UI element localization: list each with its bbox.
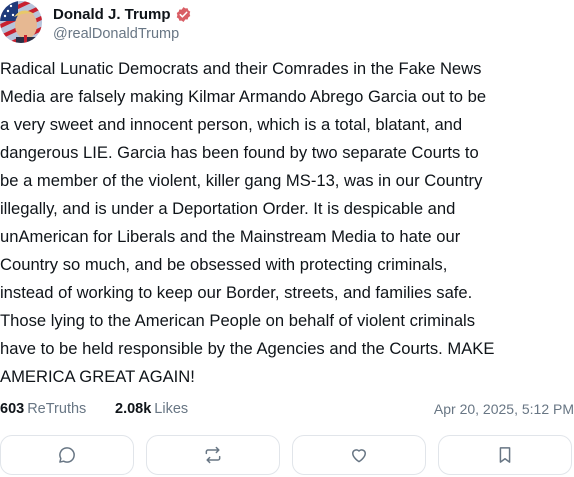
post-body-line: illegally, and is under a Deportation Or… [0,199,456,218]
post-body-line: Those lying to the American People on be… [0,311,476,330]
heart-icon [352,449,366,463]
author-handle[interactable]: @realDonaldTrump [53,26,179,42]
retruths-label: ReTruths [27,401,87,417]
retruth-button[interactable] [146,435,280,475]
likes-stat[interactable]: 2.08k Likes [115,399,188,419]
verified-badge-icon [175,6,192,23]
post-body-line: Country so much, and be obsessed with pr… [0,255,448,274]
post-body-line: instead of working to keep our Border, s… [0,283,473,302]
reply-icon [59,447,75,463]
reply-button[interactable] [0,435,134,475]
retruth-icon [205,446,221,464]
author-name-row: Donald J. Trump [53,5,192,23]
post-body-line: dangerous LIE. Garcia has been found by … [0,143,479,162]
post-body-line: have to be held responsible by the Agenc… [0,339,495,358]
bookmark-icon [499,447,511,463]
post-stats: 603 ReTruths 2.08k Likes Apr 20, 2025, 5:1… [0,399,574,419]
post-actions [0,435,574,477]
post-body-line: AMERICA GREAT AGAIN! [0,367,195,386]
post-timestamp[interactable]: Apr 20, 2025, 5:12 PM [434,399,574,419]
avatar[interactable] [0,1,42,43]
likes-label: Likes [154,401,189,417]
post-body-line: unAmerican for Liberals and the Mainstre… [0,227,461,246]
post-body-line: Media are falsely making Kilmar Armando … [0,87,487,106]
post-body-line: Radical Lunatic Democrats and their Comr… [0,59,482,78]
bookmark-button[interactable] [438,435,572,475]
author-display-name[interactable]: Donald J. Trump [53,6,171,23]
post-header: Donald J. Trump @realDonaldTrump [0,0,574,48]
avatar-image [0,1,42,43]
retruths-count: 603 [0,401,25,417]
likes-count: 2.08k [115,401,152,417]
post-body-line: a very sweet and innocent person, which … [0,115,463,134]
retruths-stat[interactable]: 603 ReTruths [0,399,86,419]
like-button[interactable] [292,435,426,475]
post-body-line: be a member of the violent, killer gang … [0,171,483,190]
post-body: Radical Lunatic Democrats and their Comr… [0,55,572,391]
